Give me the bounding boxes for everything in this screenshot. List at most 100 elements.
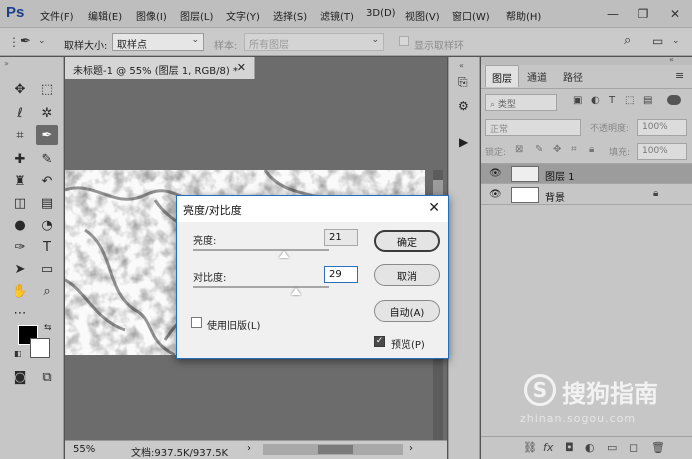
lock-pixels-icon[interactable]: ✎	[535, 144, 543, 155]
type-tool-icon[interactable]: T	[36, 237, 58, 257]
collapse-icon[interactable]: «	[669, 55, 674, 64]
tool-preset-chevron-icon[interactable]: ⌄	[38, 36, 46, 46]
document-tab[interactable]: 未标题-1 @ 55% (图层 1, RGB/8) * ✕	[65, 57, 255, 79]
menu-image[interactable]: 图像(I)	[136, 8, 167, 23]
add-mask-icon[interactable]: ◘	[565, 441, 574, 454]
layer-name[interactable]: 背景	[545, 189, 565, 204]
filter-kind-select[interactable]: ⌕ 类型	[485, 94, 557, 111]
crop-tool-icon[interactable]: ⌗	[9, 125, 31, 145]
fx-icon[interactable]: fx	[543, 441, 553, 454]
healing-brush-tool-icon[interactable]: ✚	[9, 149, 31, 169]
filter-shape-icon[interactable]: ⬚	[625, 95, 634, 106]
fill-field[interactable]: 100%	[637, 143, 687, 160]
visibility-eye-icon[interactable]: 👁︎	[489, 189, 502, 200]
filter-smart-object-icon[interactable]: ▤	[643, 95, 652, 106]
contrast-slider-knob[interactable]	[291, 288, 301, 295]
legacy-label[interactable]: 使用旧版(L)	[207, 317, 260, 332]
adjustment-layer-icon[interactable]: ◐	[585, 441, 595, 454]
layer-name[interactable]: 图层 1	[545, 168, 575, 183]
eraser-tool-icon[interactable]: ◫	[9, 193, 31, 213]
opacity-field[interactable]: 100%	[637, 119, 687, 136]
lasso-tool-icon[interactable]: ℓ	[9, 103, 31, 123]
clone-stamp-tool-icon[interactable]: ♜	[9, 171, 31, 191]
layer-row-layer1[interactable]: 👁︎ 图层 1	[481, 164, 692, 184]
menu-help[interactable]: 帮助(H)	[506, 8, 541, 23]
tab-paths[interactable]: 路径	[557, 65, 589, 87]
quick-mask-icon[interactable]: ◙	[9, 367, 31, 387]
horizontal-scrollbar[interactable]	[263, 444, 403, 455]
move-tool-icon[interactable]: ✥	[9, 79, 31, 99]
pen-tool-icon[interactable]: ✑	[9, 237, 31, 257]
lock-artboard-icon[interactable]: ⌗	[571, 144, 577, 155]
menu-window[interactable]: 窗口(W)	[452, 8, 490, 23]
menu-type[interactable]: 文字(Y)	[226, 8, 260, 23]
background-color-swatch[interactable]	[30, 338, 50, 358]
scrollbar-thumb[interactable]	[318, 445, 353, 454]
dodge-tool-icon[interactable]: ◔	[36, 215, 58, 235]
history-brush-tool-icon[interactable]: ↶	[36, 171, 58, 191]
blur-tool-icon[interactable]: ●	[9, 215, 31, 235]
menu-edit[interactable]: 编辑(E)	[88, 8, 122, 23]
menu-file[interactable]: 文件(F)	[40, 8, 74, 23]
filter-pixel-icon[interactable]: ▣	[573, 95, 582, 106]
blend-mode-select[interactable]: 正常	[485, 119, 581, 136]
workspace-chevron-icon[interactable]: ⌄	[672, 36, 680, 46]
status-arrow-icon[interactable]: ›	[247, 443, 251, 454]
screen-mode-icon[interactable]: ⧉	[36, 367, 58, 387]
actions-play-icon[interactable]: ▶	[459, 135, 468, 149]
more-tools-icon[interactable]: ⋯	[9, 303, 31, 323]
search-icon[interactable]: ⌕	[624, 33, 631, 48]
swap-colors-icon[interactable]: ⇆	[44, 323, 52, 333]
hand-tool-icon[interactable]: ✋	[9, 281, 31, 301]
eyedropper-tool-icon[interactable]: ✒	[36, 125, 58, 145]
menu-select[interactable]: 选择(S)	[273, 8, 307, 23]
lock-all-icon[interactable]: 🔒︎	[589, 144, 594, 155]
filter-adjustment-icon[interactable]: ◐	[591, 95, 600, 106]
preview-label[interactable]: 预览(P)	[391, 336, 425, 351]
layer-row-background[interactable]: 👁︎ 背景 🔒︎	[481, 185, 692, 205]
filter-toggle[interactable]	[667, 95, 681, 105]
eyedropper-icon[interactable]: ✒	[20, 34, 31, 49]
contrast-input[interactable]: 29	[324, 266, 358, 283]
zoom-tool-icon[interactable]: ⌕	[36, 281, 58, 301]
auto-button[interactable]: 自动(A)	[374, 300, 440, 322]
scroll-right-icon[interactable]: ›	[409, 443, 413, 454]
magic-wand-tool-icon[interactable]: ✲	[36, 103, 58, 123]
brightness-slider-knob[interactable]	[279, 251, 289, 258]
close-icon[interactable]: ✕	[237, 61, 246, 74]
workspace-icon[interactable]: ▭	[652, 34, 663, 48]
legacy-checkbox[interactable]	[191, 317, 202, 328]
brush-tool-icon[interactable]: ✎	[36, 149, 58, 169]
close-icon[interactable]: ✕	[660, 0, 690, 28]
default-colors-icon[interactable]: ◧	[14, 349, 22, 358]
panel-menu-icon[interactable]: ≡	[675, 69, 684, 82]
menu-layer[interactable]: 图层(L)	[180, 8, 213, 23]
menu-filter[interactable]: 滤镜(T)	[320, 8, 354, 23]
history-icon[interactable]: ⎘	[458, 75, 468, 90]
ok-button[interactable]: 确定	[374, 230, 440, 252]
preview-checkbox[interactable]: ✓	[374, 336, 385, 347]
contrast-slider-track[interactable]	[193, 286, 329, 288]
close-icon[interactable]: ✕	[428, 200, 440, 216]
marquee-tool-icon[interactable]: ⬚	[36, 79, 58, 99]
cancel-button[interactable]: 取消	[374, 264, 440, 286]
path-selection-tool-icon[interactable]: ➤	[9, 259, 31, 279]
filter-type-icon[interactable]: T	[609, 95, 615, 106]
brightness-input[interactable]: 21	[324, 229, 358, 246]
restore-icon[interactable]: ❐	[628, 0, 658, 28]
lock-position-icon[interactable]: ✥	[553, 144, 561, 155]
sample-select[interactable]: 所有图层 ⌄	[244, 33, 384, 51]
menu-view[interactable]: 视图(V)	[405, 8, 440, 23]
collapse-icon[interactable]: «	[459, 61, 464, 70]
visibility-eye-icon[interactable]: 👁︎	[489, 168, 502, 179]
sample-size-select[interactable]: 取样点 ⌄	[112, 33, 204, 51]
properties-icon[interactable]: ⚙	[458, 99, 469, 113]
show-ring-checkbox[interactable]	[399, 36, 409, 46]
trash-icon[interactable]: 🗑︎	[651, 441, 665, 454]
gradient-tool-icon[interactable]: ▤	[36, 193, 58, 213]
link-layers-icon[interactable]: ⛓	[523, 441, 537, 454]
new-layer-icon[interactable]: ◻	[629, 441, 638, 454]
rectangle-tool-icon[interactable]: ▭	[36, 259, 58, 279]
tab-layers[interactable]: 图层	[485, 65, 519, 87]
new-group-icon[interactable]: ▭	[607, 441, 617, 454]
